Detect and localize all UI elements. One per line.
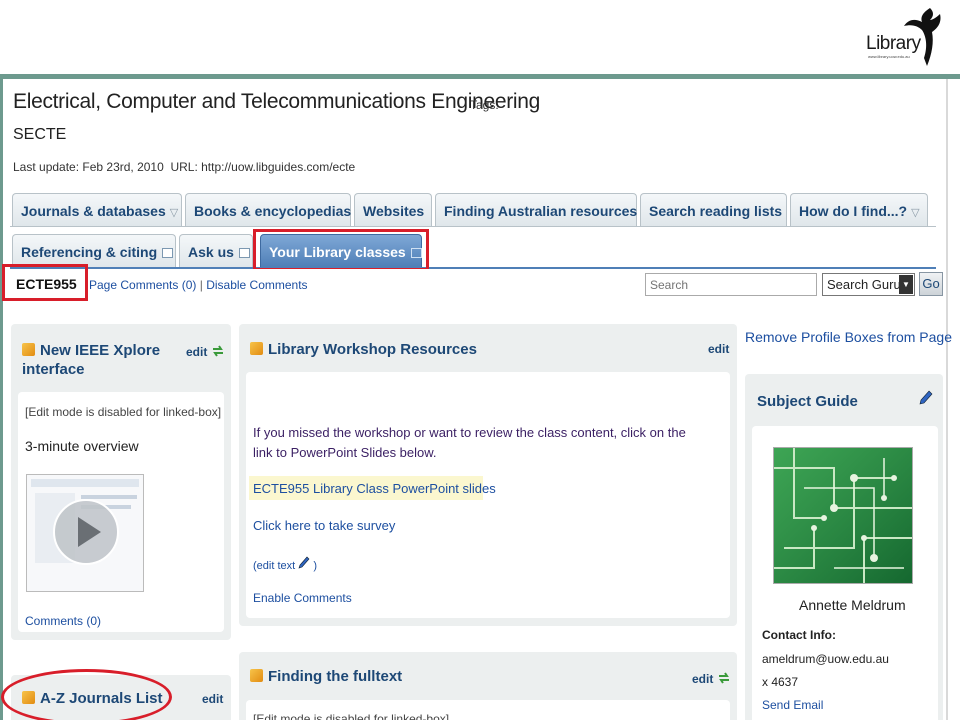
logo-text: Library bbox=[866, 33, 921, 54]
separator: | bbox=[199, 278, 203, 292]
remove-profile-boxes-link[interactable]: Remove Profile Boxes from Page bbox=[745, 329, 952, 345]
pencil-icon bbox=[298, 556, 310, 569]
linked-arrows-icon bbox=[718, 672, 729, 684]
play-button-icon bbox=[53, 499, 119, 565]
fulltext-box-title-text: Finding the fulltext bbox=[268, 668, 403, 685]
circuit-board-image bbox=[774, 448, 912, 583]
ieee-comments-link[interactable]: Comments (0) bbox=[25, 614, 101, 628]
edit-text-label: (edit text bbox=[253, 560, 296, 572]
last-update-line: Last update: Feb 23rd, 2010 URL: http://… bbox=[13, 160, 355, 174]
logo-subtext: www.library.uow.edu.au bbox=[868, 54, 910, 59]
tags-label: Tags: bbox=[470, 98, 499, 112]
highlight-box-subpage bbox=[2, 264, 88, 301]
fulltext-box-title[interactable]: Finding the fulltext bbox=[250, 668, 402, 685]
tab-search-reading-lists[interactable]: Search reading lists bbox=[640, 193, 787, 227]
workshop-box-title-text: Library Workshop Resources bbox=[268, 341, 477, 358]
highlight-box-tab bbox=[253, 229, 429, 271]
az-edit-link[interactable]: edit bbox=[202, 692, 223, 706]
tag-value[interactable]: SECTE bbox=[13, 126, 66, 144]
ieee-box-title[interactable]: New IEEE Xplore interface bbox=[22, 341, 182, 379]
contact-info-label: Contact Info: bbox=[762, 628, 836, 642]
tab-label: Finding Australian resources bbox=[444, 203, 638, 219]
right-border bbox=[946, 79, 948, 720]
workshop-edit-link[interactable]: edit bbox=[708, 342, 729, 356]
chevron-down-icon: ▽ bbox=[911, 207, 920, 219]
search-input[interactable] bbox=[645, 273, 817, 296]
disable-comments-link[interactable]: Disable Comments bbox=[206, 278, 307, 292]
guide-url: URL: http://uow.libguides.com/ecte bbox=[170, 160, 356, 174]
library-logo[interactable]: Library www.library.uow.edu.au bbox=[862, 6, 944, 70]
tab-label: How do I find...? bbox=[799, 203, 908, 219]
tab-journals-databases[interactable]: Journals & databases ▽ bbox=[12, 193, 182, 227]
search-scope-value: Search Guru bbox=[827, 277, 901, 292]
edit-text-link[interactable]: (edit text ) bbox=[253, 556, 317, 572]
subject-guide-title[interactable]: Subject Guide bbox=[757, 393, 858, 410]
external-window-icon bbox=[238, 248, 250, 259]
ieee-box-title-text: New IEEE Xplore interface bbox=[22, 342, 161, 378]
edit-label: edit bbox=[692, 672, 714, 686]
page-comments-link[interactable]: Page Comments (0) bbox=[89, 278, 196, 292]
pencil-icon[interactable] bbox=[919, 390, 933, 406]
external-window-icon bbox=[162, 248, 174, 259]
rss-feed-icon bbox=[250, 669, 263, 682]
tab-label: Ask us bbox=[188, 244, 234, 260]
send-email-link[interactable]: Send Email bbox=[762, 698, 823, 712]
survey-link[interactable]: Click here to take survey bbox=[253, 518, 395, 533]
linked-arrows-icon bbox=[212, 345, 223, 357]
thumbnail-header-bar bbox=[31, 479, 139, 487]
tab-finding-australian-resources[interactable]: Finding Australian resources bbox=[435, 193, 637, 227]
rss-feed-icon bbox=[250, 342, 263, 355]
tab-label: Websites bbox=[363, 203, 425, 219]
rss-feed-icon bbox=[22, 343, 35, 356]
fulltext-disabled-note: [Edit mode is disabled for linked-box] bbox=[253, 712, 450, 720]
librarian-name: Annette Meldrum bbox=[799, 597, 906, 613]
edit-disabled-note: [Edit mode is disabled for linked-box] bbox=[25, 405, 222, 419]
tab-how-do-i-find[interactable]: How do I find...? ▽ bbox=[790, 193, 928, 227]
video-title: 3-minute overview bbox=[25, 438, 139, 454]
tab-label: Search reading lists bbox=[649, 203, 783, 219]
ieee-edit-link[interactable]: edit bbox=[186, 344, 225, 359]
edit-label: edit bbox=[186, 345, 208, 359]
last-update-date: Last update: Feb 23rd, 2010 bbox=[13, 160, 164, 174]
tab-label: Books & encyclopedias bbox=[194, 203, 352, 219]
profile-image bbox=[773, 447, 913, 584]
librarian-email: ameldrum@uow.edu.au bbox=[762, 652, 889, 666]
tab-row-divider bbox=[10, 226, 936, 227]
fulltext-edit-link[interactable]: edit bbox=[692, 671, 731, 686]
enable-comments-link[interactable]: Enable Comments bbox=[253, 591, 352, 605]
librarian-phone: x 4637 bbox=[762, 675, 799, 689]
edit-text-close: ) bbox=[313, 560, 317, 572]
video-thumbnail[interactable] bbox=[26, 474, 144, 592]
left-border bbox=[0, 79, 3, 720]
slides-link[interactable]: ECTE955 Library Class PowerPoint slides bbox=[253, 481, 496, 496]
chevron-down-icon: ▽ bbox=[169, 207, 179, 219]
highlight-ellipse-az bbox=[1, 669, 172, 720]
page-title: Electrical, Computer and Telecommunicati… bbox=[13, 90, 541, 113]
search-scope-select[interactable]: Search Guru ▼ bbox=[822, 273, 915, 296]
go-button[interactable]: Go bbox=[919, 272, 943, 296]
tab-websites[interactable]: Websites bbox=[354, 193, 432, 227]
tab-ask-us[interactable]: Ask us bbox=[179, 234, 253, 268]
page-comments-bar: Page Comments (0) | Disable Comments bbox=[89, 278, 308, 292]
site-header: Library www.library.uow.edu.au bbox=[0, 0, 960, 74]
workshop-box-title[interactable]: Library Workshop Resources bbox=[250, 341, 477, 358]
tab-label: Journals & databases bbox=[21, 203, 166, 219]
dropdown-arrow-icon: ▼ bbox=[899, 275, 913, 294]
tab-referencing-citing[interactable]: Referencing & citing bbox=[12, 234, 176, 268]
tab-label: Referencing & citing bbox=[21, 244, 158, 260]
header-divider bbox=[0, 74, 960, 79]
workshop-intro: If you missed the workshop or want to re… bbox=[253, 425, 686, 460]
tab-books-encyclopedias[interactable]: Books & encyclopedias bbox=[185, 193, 351, 227]
